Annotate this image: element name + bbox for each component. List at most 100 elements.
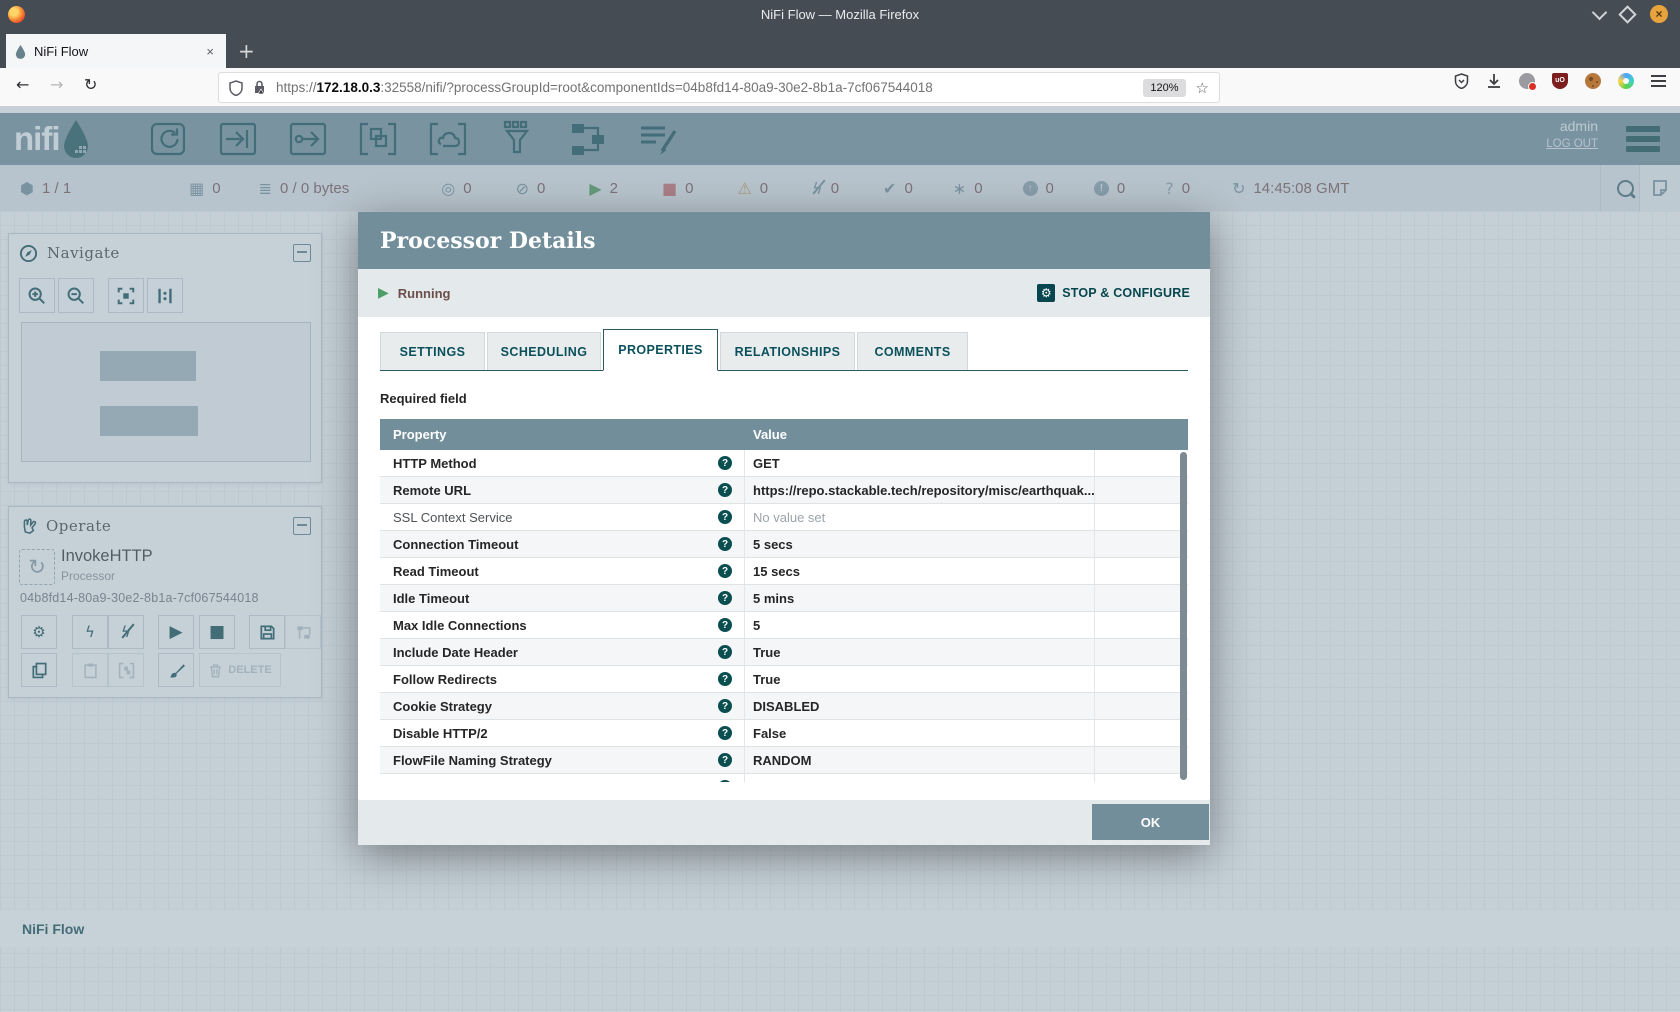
table-scrollbar[interactable]: [1180, 452, 1187, 780]
dialog-footer: OK: [358, 800, 1210, 845]
browser-navbar: ← → ↻ https://172.18.0.3:32558/nifi/?pro…: [0, 68, 1680, 107]
window-minimize-icon[interactable]: [1592, 4, 1608, 20]
ublock-icon[interactable]: uO: [1552, 73, 1568, 89]
tab-relationships[interactable]: RELATIONSHIPS: [720, 332, 855, 370]
tab-properties[interactable]: PROPERTIES: [603, 329, 718, 371]
tracking-shield-icon[interactable]: [229, 80, 243, 96]
nifi-favicon: [14, 44, 27, 59]
property-name: FlowFile Naming Strategy: [393, 753, 552, 768]
reload-button[interactable]: ↻: [84, 75, 97, 94]
property-name: Max Idle Connections: [393, 618, 527, 633]
url-text[interactable]: https://172.18.0.3:32558/nifi/?processGr…: [276, 80, 1143, 95]
stop-and-configure-button[interactable]: ⚙ STOP & CONFIGURE: [1037, 284, 1190, 302]
browser-tabbar: NiFi Flow × +: [0, 28, 1680, 68]
dialog-status-bar: ▶ Running ⚙ STOP & CONFIGURE: [358, 269, 1210, 317]
property-value: 5 mins: [745, 585, 1095, 611]
table-row: Read Timeout? 15 secs: [380, 558, 1188, 585]
required-field-note: Required field: [380, 391, 1188, 406]
browser-tab[interactable]: NiFi Flow ×: [6, 34, 226, 68]
help-icon[interactable]: ?: [718, 537, 732, 551]
window-titlebar: NiFi Flow — Mozilla Firefox ×: [0, 0, 1680, 28]
help-icon[interactable]: ?: [718, 699, 732, 713]
help-icon[interactable]: ?: [718, 591, 732, 605]
help-icon[interactable]: ?: [718, 456, 732, 470]
property-name: SSL Context Service: [393, 510, 512, 525]
property-value: 15 secs: [745, 558, 1095, 584]
window-close-icon[interactable]: ×: [1650, 5, 1668, 23]
forward-button[interactable]: →: [50, 75, 63, 94]
property-value: No value set: [745, 774, 1095, 782]
menu-button[interactable]: [1651, 76, 1666, 86]
column-property: Property: [380, 427, 745, 442]
processor-details-dialog: Processor Details ▶ Running ⚙ STOP & CON…: [358, 212, 1210, 845]
property-name: Remote URL: [393, 483, 471, 498]
bookmark-star-icon[interactable]: ☆: [1196, 79, 1209, 97]
property-name: Follow Redirects: [393, 672, 497, 687]
table-row: FlowFile Naming Strategy? RANDOM: [380, 747, 1188, 774]
run-status-label: Running: [398, 286, 451, 301]
back-button[interactable]: ←: [16, 75, 29, 94]
help-icon[interactable]: ?: [718, 483, 732, 497]
property-value: No value set: [745, 504, 1095, 530]
property-name: Attributes to Send: [393, 780, 496, 783]
download-icon[interactable]: [1486, 73, 1502, 89]
property-value: False: [745, 720, 1095, 746]
dialog-tabs: SETTINGSSCHEDULINGPROPERTIESRELATIONSHIP…: [380, 328, 1188, 371]
property-value: RANDOM: [745, 747, 1095, 773]
property-name: Disable HTTP/2: [393, 726, 488, 741]
page-zoom-badge[interactable]: 120%: [1143, 79, 1185, 97]
table-header: Property Value: [380, 419, 1188, 450]
property-value: 5: [745, 612, 1095, 638]
help-icon[interactable]: ?: [718, 753, 732, 767]
help-icon[interactable]: ?: [718, 780, 732, 782]
table-row: Idle Timeout? 5 mins: [380, 585, 1188, 612]
help-icon[interactable]: ?: [718, 564, 732, 578]
properties-table: Property Value HTTP Method?GETRemote URL…: [380, 419, 1188, 782]
help-icon[interactable]: ?: [718, 672, 732, 686]
table-row: Remote URL? https://repo.stackable.tech/r…: [380, 477, 1188, 504]
url-bar[interactable]: https://172.18.0.3:32558/nifi/?processGr…: [218, 72, 1220, 103]
account-extension-icon[interactable]: [1519, 73, 1535, 89]
window-title: NiFi Flow — Mozilla Firefox: [0, 7, 1680, 22]
ok-button[interactable]: OK: [1092, 804, 1209, 840]
tab-title: NiFi Flow: [34, 44, 202, 59]
property-name: Include Date Header: [393, 645, 518, 660]
property-name: Cookie Strategy: [393, 699, 492, 714]
property-value: True: [745, 666, 1095, 692]
help-icon[interactable]: ?: [718, 726, 732, 740]
table-row: Disable HTTP/2? False: [380, 720, 1188, 747]
pocket-shield-icon[interactable]: [1454, 73, 1469, 89]
property-value: https://repo.stackable.tech/repository/m…: [745, 477, 1095, 503]
help-icon[interactable]: ?: [718, 510, 732, 524]
property-value: True: [745, 639, 1095, 665]
table-row: Include Date Header? True: [380, 639, 1188, 666]
property-value: GET: [745, 450, 1095, 476]
dialog-header: Processor Details: [358, 212, 1210, 269]
help-icon[interactable]: ?: [718, 618, 732, 632]
tab-comments[interactable]: COMMENTS: [857, 332, 968, 370]
property-name: Read Timeout: [393, 564, 479, 579]
tab-settings[interactable]: SETTINGS: [380, 332, 485, 370]
dialog-title: Processor Details: [380, 228, 596, 254]
tab-scheduling[interactable]: SCHEDULING: [487, 332, 601, 370]
lock-warning-icon[interactable]: [253, 80, 266, 95]
table-row: HTTP Method? GET: [380, 450, 1188, 477]
table-row: SSL Context Service? No value set: [380, 504, 1188, 531]
tab-close-icon[interactable]: ×: [202, 44, 218, 59]
property-name: Idle Timeout: [393, 591, 469, 606]
help-icon[interactable]: ?: [718, 645, 732, 659]
table-row: Cookie Strategy? DISABLED: [380, 693, 1188, 720]
table-row: Follow Redirects? True: [380, 666, 1188, 693]
property-value: DISABLED: [745, 693, 1095, 719]
window-maximize-icon[interactable]: [1618, 5, 1636, 23]
gear-icon: ⚙: [1037, 284, 1055, 302]
running-icon: ▶: [378, 285, 389, 301]
property-name: Connection Timeout: [393, 537, 518, 552]
property-name: HTTP Method: [393, 456, 477, 471]
extension-icon[interactable]: [1618, 73, 1634, 89]
table-row: Connection Timeout?5 secs: [380, 531, 1188, 558]
column-value: Value: [745, 427, 1095, 442]
cookie-extension-icon[interactable]: [1585, 73, 1601, 89]
table-row: Attributes to Send? No value set: [380, 774, 1188, 782]
new-tab-button[interactable]: +: [226, 34, 267, 68]
